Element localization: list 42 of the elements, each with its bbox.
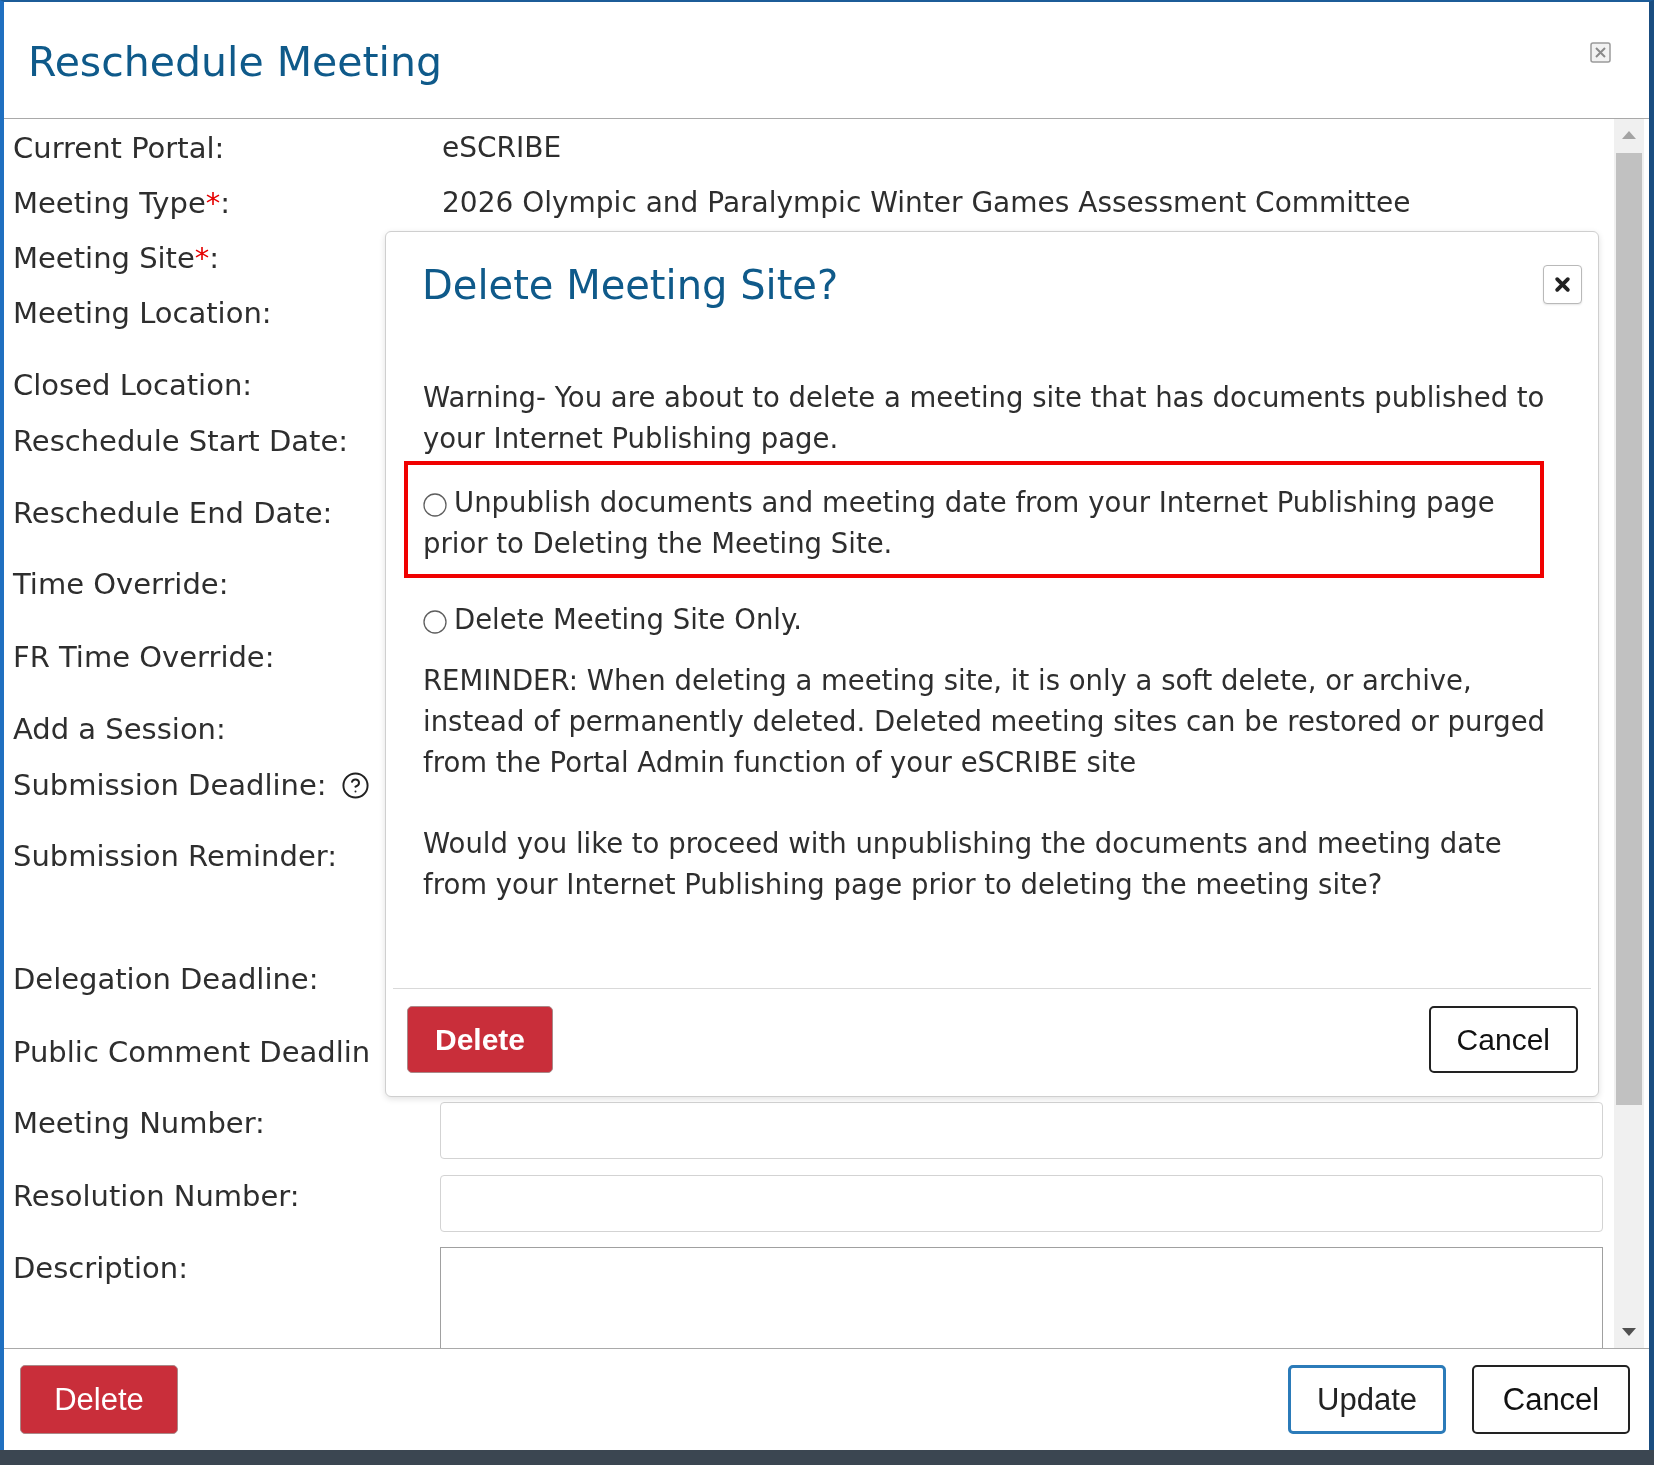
field-label: FR Time Override: — [13, 639, 275, 676]
close-icon[interactable] — [1590, 42, 1611, 63]
warning-text: Warning- You are about to delete a meeting site that has documents published to your Internet Publishing page. — [423, 380, 1546, 456]
field-label: Time Override: — [13, 566, 229, 603]
field-label: Meeting Location: — [13, 295, 272, 332]
delete-button[interactable]: Delete — [407, 1006, 553, 1073]
field-label: Reschedule Start Date: — [13, 423, 348, 460]
dialog-title: Delete Meeting Site? — [422, 261, 839, 309]
field-label: Description: — [13, 1250, 188, 1287]
delete-button[interactable]: Delete — [20, 1365, 178, 1434]
field-label: Resolution Number: — [13, 1178, 300, 1215]
radio-button[interactable] — [423, 493, 447, 517]
field-label: Meeting Type*: — [13, 185, 231, 222]
field-value: eSCRIBE — [441, 130, 562, 166]
input-field[interactable] — [440, 1175, 1603, 1232]
field-label: Closed Location: — [13, 367, 253, 404]
reminder-text: REMINDER: When deleting a meeting site, it is only a soft delete, or archive, instead of permanently deleted. Deleted meeting sites can be restored or purged from the Portal Admin function of your eSCRIBE site — [423, 663, 1547, 780]
close-icon — [1554, 276, 1571, 293]
cancel-button[interactable]: Cancel — [1472, 1365, 1630, 1434]
field-value: 2026 Olympic and Paralympic Winter Games Assessment Committee — [441, 185, 1411, 221]
radio-button[interactable] — [423, 610, 447, 634]
field-label: Add a Session: — [13, 711, 226, 748]
input-field[interactable] — [440, 1102, 1603, 1159]
field-label: Reschedule End Date: — [13, 495, 333, 532]
close-button[interactable] — [1543, 265, 1582, 304]
scroll-up-arrow-icon[interactable] — [1622, 131, 1636, 139]
field-label: Meeting Site*: — [13, 240, 220, 277]
scrollbar-thumb[interactable] — [1616, 153, 1642, 1105]
radio-option[interactable]: Delete Meeting Site Only. — [423, 599, 1525, 640]
update-button[interactable]: Update — [1288, 1365, 1446, 1434]
field-label: Current Portal: — [13, 130, 225, 167]
field-label: Public Comment Deadlin — [13, 1034, 371, 1071]
question-text: Would you like to proceed with unpublishing the documents and meeting date from your Internet Publishing page prior to deleting the meeting site? — [423, 826, 1503, 902]
scroll-down-arrow-icon[interactable] — [1622, 1328, 1636, 1336]
help-icon[interactable] — [340, 770, 370, 800]
field-label: Delegation Deadline: — [13, 961, 319, 998]
window-title: Reschedule Meeting — [28, 37, 442, 88]
field-label: Submission Deadline: — [13, 767, 327, 804]
field-label: Meeting Number: — [13, 1105, 265, 1142]
field-label: Submission Reminder: — [13, 838, 337, 875]
cancel-button[interactable]: Cancel — [1428, 1006, 1578, 1073]
radio-option[interactable]: Unpublish documents and meeting date from your Internet Publishing page prior to Deleting the Meeting Site. — [423, 482, 1525, 564]
